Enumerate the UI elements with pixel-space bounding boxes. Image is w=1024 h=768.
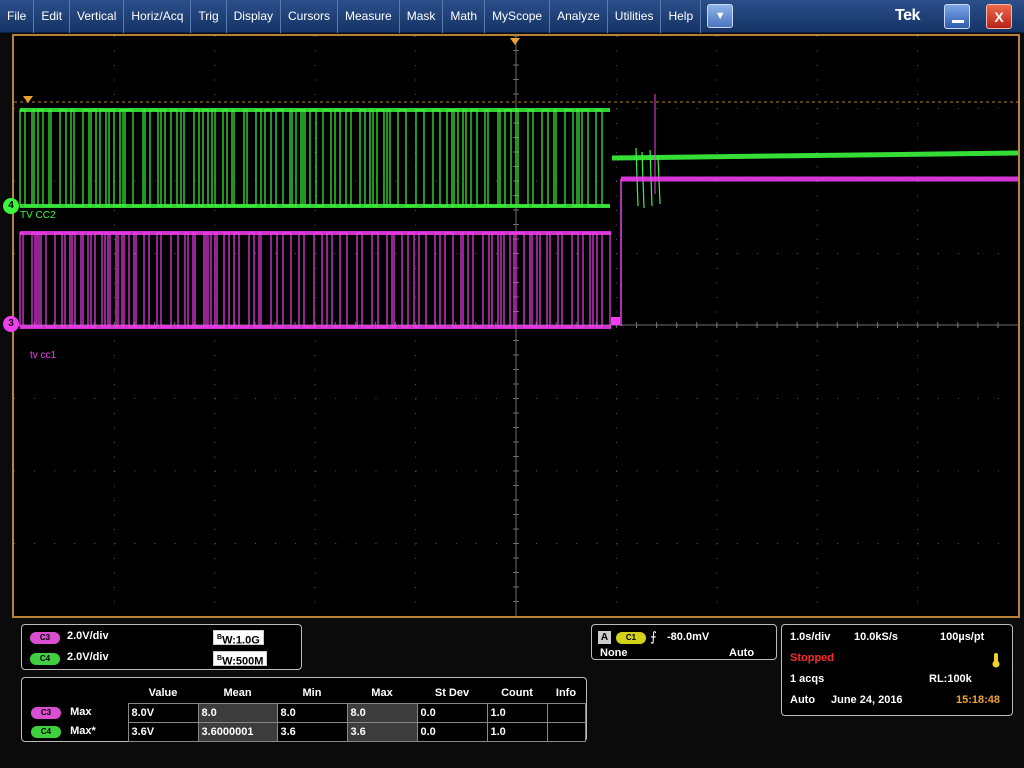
measurement-table: Value Mean Min Max St Dev Count Info C3 …	[28, 684, 586, 742]
measurement-stdev: 0.0	[416, 702, 488, 723]
measurement-max: 3.6	[346, 721, 418, 742]
column-info: Info	[555, 687, 577, 700]
channel-4-pulse-train	[19, 109, 610, 207]
menu-trig[interactable]: Trig	[191, 0, 227, 33]
measurement-row[interactable]: C4 Max* 3.6V 3.6000001 3.6 3.6 0.0 1.0	[28, 721, 586, 742]
channel-3-marker[interactable]: 3	[3, 316, 19, 332]
measurement-min: 3.6	[276, 721, 348, 742]
column-value: Value	[148, 687, 178, 700]
channel-4-badge[interactable]: C4	[30, 653, 60, 665]
menu-utilities[interactable]: Utilities	[608, 0, 662, 33]
menu-mask[interactable]: Mask	[400, 0, 444, 33]
measurement-row[interactable]: C3 Max 8.0V 8.0 8.0 8.0 0.0 1.0	[28, 702, 586, 723]
measurement-name: Max	[70, 706, 92, 718]
measurement-mean: 8.0	[197, 702, 278, 723]
measurement-count: 1.0	[486, 721, 548, 742]
sample-rate[interactable]: 10.0kS/s	[854, 631, 898, 643]
menu-cursors[interactable]: Cursors	[281, 0, 339, 33]
chevron-down-icon: ▼	[714, 10, 726, 22]
menu-horiz-acq[interactable]: Horiz/Acq	[124, 0, 192, 33]
tek-logo: Tek	[895, 7, 920, 24]
rising-edge-icon: ⨍	[650, 629, 657, 644]
minimize-button[interactable]	[944, 4, 970, 29]
acquisition-mode: Auto	[790, 694, 816, 706]
channel-3-badge[interactable]: C3	[30, 632, 60, 644]
channel-4-waveform	[19, 108, 1018, 209]
waveform-graticule[interactable]	[14, 36, 1018, 616]
measurement-min: 8.0	[276, 702, 348, 723]
acquisition-status[interactable]: Stopped	[790, 652, 834, 664]
menu-vertical[interactable]: Vertical	[70, 0, 125, 33]
menu-edit[interactable]: Edit	[34, 0, 71, 33]
markers	[23, 38, 520, 103]
record-length[interactable]: RL:100k	[929, 673, 972, 685]
trigger-panel[interactable]: A C1 ⨍ -80.0mV None Auto	[591, 624, 777, 660]
measurement-value: 3.6V	[127, 721, 199, 742]
channel-settings-panel[interactable]: C3 2.0V/div BW:1.0G C4 2.0V/div BW:500M	[21, 624, 302, 670]
trigger-level[interactable]: -80.0mV	[667, 631, 709, 643]
date: June 24, 2016	[831, 694, 903, 706]
menu-help[interactable]: Help	[661, 0, 702, 33]
channel-3-label: tv cc1	[30, 350, 57, 361]
trigger-source-letter: A	[598, 631, 611, 644]
column-mean: Mean	[223, 687, 252, 700]
close-icon: X	[994, 8, 1004, 25]
channel-3-badge: C3	[31, 707, 61, 719]
timebase[interactable]: 1.0s/div	[790, 631, 830, 643]
trigger-position-marker[interactable]	[510, 38, 520, 45]
close-button[interactable]: X	[986, 4, 1012, 29]
measurement-header-row: Value Mean Min Max St Dev Count Info	[28, 684, 585, 703]
channel-4-badge: C4	[31, 726, 61, 738]
menu-measure[interactable]: Measure	[338, 0, 400, 33]
channel-4-marker[interactable]: 4	[3, 198, 19, 214]
channel-4-settled-level	[611, 150, 1018, 161]
menu-math[interactable]: Math	[443, 0, 486, 33]
channel-4-scale[interactable]: 2.0V/div	[67, 651, 109, 663]
channel-3-scale[interactable]: 2.0V/div	[67, 630, 109, 642]
menu-myscope[interactable]: MyScope	[485, 0, 551, 33]
time-resolution: 100µs/pt	[940, 631, 985, 643]
measurement-count: 1.0	[486, 702, 548, 723]
measurement-value: 8.0V	[127, 702, 199, 723]
column-stdev: St Dev	[434, 687, 470, 700]
time: 15:18:48	[956, 694, 1001, 706]
column-max: Max	[371, 687, 393, 700]
channel-4-bandwidth[interactable]: BW:500M	[213, 651, 268, 668]
measurement-name: Max*	[70, 725, 96, 737]
menu-display[interactable]: Display	[227, 0, 281, 33]
measurement-info	[546, 721, 586, 742]
measurement-max: 8.0	[346, 702, 418, 723]
acquisition-panel[interactable]: 1.0s/div 10.0kS/s 100µs/pt Stopped 1 acq…	[781, 624, 1013, 716]
measurement-mean: 3.6000001	[197, 721, 278, 742]
trigger-coupling: None	[600, 647, 628, 659]
waveform-display[interactable]: 4 3 TV CC2 tv cc1	[3, 34, 1020, 618]
thermometer-icon	[992, 653, 1000, 668]
minimize-icon	[952, 20, 964, 23]
measurement-panel[interactable]: Value Mean Min Max St Dev Count Info C3 …	[21, 677, 587, 742]
menu-bar: File Edit Vertical Horiz/Acq Trig Displa…	[0, 0, 1024, 33]
trigger-mode: Auto	[729, 647, 755, 659]
channel-4-label: TV CC2	[20, 210, 56, 221]
menu-dropdown-button[interactable]: ▼	[707, 4, 734, 28]
channel-3-bandwidth[interactable]: BW:1.0G	[213, 630, 264, 647]
trigger-source-badge[interactable]: C1	[616, 632, 646, 644]
channel-3-pulse-train	[19, 232, 611, 328]
menu-file[interactable]: File	[0, 0, 35, 33]
column-count: Count	[501, 687, 533, 700]
measurement-stdev: 0.0	[416, 721, 488, 742]
trigger-level-marker[interactable]	[23, 96, 33, 103]
measurement-info	[546, 702, 586, 723]
menu-analyze[interactable]: Analyze	[550, 0, 608, 33]
acquisition-count: 1 acqs	[790, 673, 825, 685]
column-min: Min	[302, 687, 322, 700]
